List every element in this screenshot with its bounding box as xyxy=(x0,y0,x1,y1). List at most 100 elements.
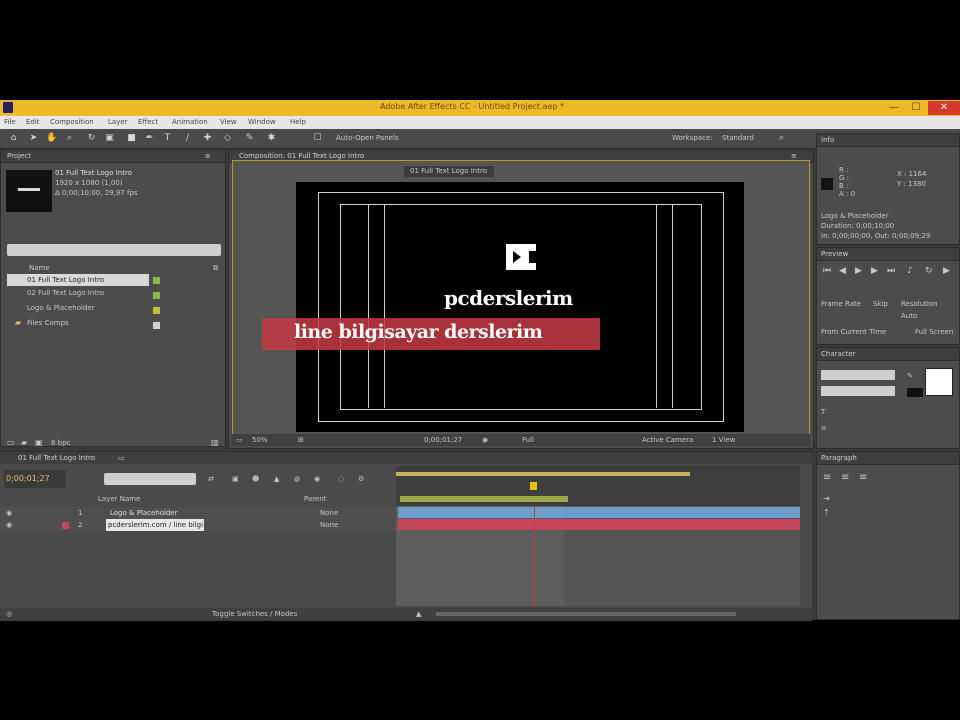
project-item-4[interactable]: Files Comps xyxy=(27,319,69,327)
column-parent[interactable]: Parent xyxy=(304,495,326,503)
layer-row[interactable]: ◉ 2 pcderslerim.com / line bilgi None xyxy=(0,519,396,531)
timeline-timecode[interactable]: 0;00;01;27 xyxy=(4,470,66,488)
resolution-select[interactable]: Full xyxy=(522,436,534,444)
tab-info[interactable]: Info xyxy=(821,136,834,144)
stroke-color-swatch[interactable] xyxy=(907,388,923,397)
close-button[interactable]: ✕ xyxy=(928,101,960,115)
visibility-icon[interactable]: ◉ xyxy=(6,521,12,529)
flowchart-icon[interactable]: ⧉ xyxy=(213,264,218,273)
tab-preview[interactable]: Preview xyxy=(821,250,848,258)
roto-tool-icon[interactable]: ✎ xyxy=(244,133,255,144)
stroke-width-icon[interactable]: ≡ xyxy=(821,424,827,432)
interpret-footage-icon[interactable]: ▭ xyxy=(7,438,15,447)
view-select[interactable]: Active Camera xyxy=(642,436,693,444)
eyedropper-icon[interactable]: ✎ xyxy=(907,372,913,380)
tab-timeline[interactable]: 01 Full Text Logo Intro xyxy=(18,454,95,462)
menu-window[interactable]: Window xyxy=(248,118,276,126)
panel-menu-icon[interactable]: ≡ xyxy=(791,152,797,160)
track-area[interactable] xyxy=(396,506,800,606)
grid-icon[interactable]: ⊞ xyxy=(298,436,304,444)
views-layout-select[interactable]: 1 View xyxy=(712,436,735,444)
speech-bubble-icon[interactable]: ◌ xyxy=(338,475,344,483)
layer-parent[interactable]: None xyxy=(320,521,338,529)
home-icon[interactable]: ⌂ xyxy=(8,133,19,144)
hand-tool-icon[interactable]: ✋ xyxy=(46,133,57,144)
time-ruler[interactable] xyxy=(396,466,800,506)
tab-composition[interactable]: Composition: 01 Full Text Logo Intro xyxy=(239,152,364,160)
selection-tool-icon[interactable]: ➤ xyxy=(28,133,39,144)
font-style-field[interactable] xyxy=(821,386,895,396)
brain-icon[interactable]: ⚙ xyxy=(358,475,364,483)
work-area-bar[interactable] xyxy=(396,472,690,476)
current-time-indicator[interactable] xyxy=(534,506,535,606)
menu-file[interactable]: File xyxy=(4,118,16,126)
checkbox-icon[interactable]: ☐ xyxy=(312,133,323,144)
zoom-tool-icon[interactable]: ⌕ xyxy=(64,133,75,144)
search-help-icon[interactable]: ⌕ xyxy=(776,133,787,144)
trash-icon[interactable]: ▥ xyxy=(211,438,219,447)
eraser-tool-icon[interactable]: ◇ xyxy=(222,133,233,144)
project-search-input[interactable] xyxy=(7,244,221,256)
from-current-time-checkbox[interactable]: From Current Time xyxy=(821,328,886,336)
visibility-icon[interactable]: ◉ xyxy=(6,509,12,517)
menu-view[interactable]: View xyxy=(220,118,237,126)
comp-view-tab[interactable]: 01 Full Text Logo Intro xyxy=(404,166,494,177)
next-frame-icon[interactable]: ▶ xyxy=(871,266,878,276)
expand-pane-icon[interactable]: ◎ xyxy=(6,610,12,618)
motion-blur-icon[interactable]: ◍ xyxy=(294,475,300,483)
align-left-icon[interactable]: ≡ xyxy=(823,472,831,483)
zoom-select[interactable]: 50% xyxy=(252,436,268,444)
column-layer-name[interactable]: Layer Name xyxy=(98,495,140,503)
clone-tool-icon[interactable]: ✚ xyxy=(202,133,213,144)
project-item-2[interactable]: 02 Full Text Logo Intro xyxy=(27,289,104,297)
rotate-tool-icon[interactable]: ↻ xyxy=(86,133,97,144)
indent-left-icon[interactable]: ⇥ xyxy=(823,494,830,503)
fill-color-swatch[interactable] xyxy=(925,368,953,396)
layer-name-field[interactable]: pcderslerim.com / line bilgi xyxy=(106,519,204,531)
new-comp-icon[interactable]: ▣ xyxy=(35,438,43,447)
timeline-zoom-slider[interactable] xyxy=(436,612,736,616)
previous-frame-icon[interactable]: ◀ xyxy=(839,266,846,276)
puppet-tool-icon[interactable]: ✱ xyxy=(266,133,277,144)
menu-animation[interactable]: Animation xyxy=(172,118,208,126)
column-name-header[interactable]: Name xyxy=(29,264,50,272)
brush-tool-icon[interactable]: / xyxy=(182,133,193,144)
play-icon[interactable]: ▶ xyxy=(855,266,862,276)
frame-blending-icon[interactable]: ▲ xyxy=(274,475,279,483)
first-frame-icon[interactable]: ⏮ xyxy=(823,266,831,276)
full-screen-checkbox[interactable]: Full Screen xyxy=(915,328,953,336)
tab-project[interactable]: Project xyxy=(7,152,31,160)
pen-tool-icon[interactable]: ✒ xyxy=(144,133,155,144)
panel-menu-icon[interactable]: ≡ xyxy=(205,152,211,160)
magnification-toggle-icon[interactable]: ▭ xyxy=(236,436,243,444)
font-family-field[interactable] xyxy=(821,370,895,380)
project-item-3[interactable]: Logo & Placeholder xyxy=(27,304,95,312)
layer-bar[interactable] xyxy=(398,507,800,518)
resolution-select[interactable]: Auto xyxy=(901,312,917,320)
audio-icon[interactable]: ♪ xyxy=(907,266,913,276)
camera-tool-icon[interactable]: ▣ xyxy=(104,133,115,144)
snapshot-icon[interactable]: ◉ xyxy=(482,436,488,444)
type-tool-icon[interactable]: T xyxy=(162,133,173,144)
toggle-switches-modes[interactable]: Toggle Switches / Modes xyxy=(212,610,297,618)
maximize-button[interactable]: ☐ xyxy=(906,101,926,115)
layer-bar[interactable] xyxy=(398,519,800,530)
graph-editor-icon[interactable]: ◉ xyxy=(314,475,320,483)
layer-parent[interactable]: None xyxy=(320,509,338,517)
align-center-icon[interactable]: ≡ xyxy=(841,472,849,483)
project-item-1[interactable]: 01 Full Text Logo Intro xyxy=(27,276,104,284)
auto-open-panels-label[interactable]: Auto-Open Panels xyxy=(336,134,399,142)
draft-3d-icon[interactable]: ▣ xyxy=(232,475,239,483)
current-time-display[interactable]: 0;00;01;27 xyxy=(424,436,462,444)
comp-mini-flowchart-icon[interactable]: ⇄ xyxy=(208,475,214,483)
playhead-handle[interactable] xyxy=(530,482,537,490)
font-size-icon[interactable]: T xyxy=(821,408,825,416)
ram-preview-icon[interactable]: ▶ xyxy=(943,266,950,276)
layer-row[interactable]: ◉ 1 Logo & Placeholder None xyxy=(0,507,396,519)
render-queue-tab-icon[interactable]: ▭ xyxy=(118,454,125,462)
align-right-icon[interactable]: ≡ xyxy=(859,472,867,483)
menu-layer[interactable]: Layer xyxy=(108,118,128,126)
menu-effect[interactable]: Effect xyxy=(138,118,158,126)
timeline-search-input[interactable] xyxy=(104,473,196,485)
tab-character[interactable]: Character xyxy=(821,350,856,358)
